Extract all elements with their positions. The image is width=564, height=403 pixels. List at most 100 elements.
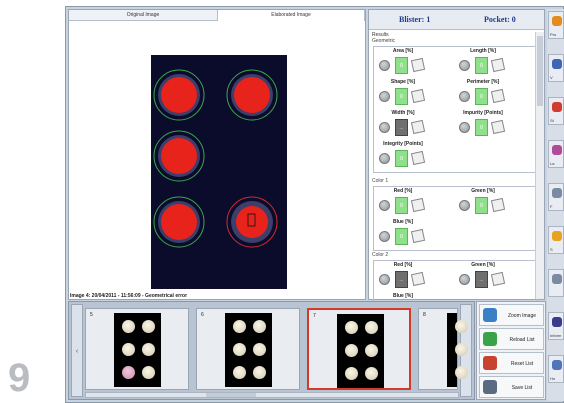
tablet-pill bbox=[122, 366, 135, 379]
param-label: Green [%] bbox=[471, 188, 495, 194]
refresh-icon bbox=[552, 188, 562, 198]
toolbar-button-label: Ho bbox=[550, 376, 556, 381]
param-details-icon[interactable] bbox=[490, 119, 506, 135]
tab-elaborated-image[interactable]: Elaborated Image bbox=[217, 10, 365, 21]
tablet-pill bbox=[345, 367, 358, 380]
param-details-icon[interactable] bbox=[490, 88, 506, 104]
tab-original-image[interactable]: Original Image bbox=[69, 10, 217, 21]
pencil-icon bbox=[552, 16, 562, 26]
results-panel: Blister: 1 Pocket: 0 Results Geometric Ar… bbox=[368, 9, 545, 319]
param-details-icon[interactable] bbox=[410, 228, 426, 244]
param-toggle-button[interactable] bbox=[379, 274, 390, 285]
param-details-icon[interactable] bbox=[410, 271, 426, 287]
param-details-icon[interactable] bbox=[490, 197, 506, 213]
save-icon bbox=[483, 380, 497, 394]
tablet-pill bbox=[365, 321, 378, 334]
param-details-icon[interactable] bbox=[410, 57, 426, 73]
param-toggle-button[interactable] bbox=[379, 60, 390, 71]
param-label: Red [%] bbox=[393, 188, 413, 194]
param-value-indicator: ... bbox=[395, 119, 408, 136]
param-label: Integrity [Points] bbox=[383, 141, 423, 147]
tablet-pill bbox=[122, 343, 135, 356]
tablet-pill bbox=[233, 366, 246, 379]
strip-scrollbar[interactable] bbox=[85, 392, 459, 398]
param-toggle-button[interactable] bbox=[379, 91, 390, 102]
thumbnail-number: 8 bbox=[423, 312, 426, 318]
action-label: Zoom Image bbox=[507, 313, 537, 319]
param-toggle-button[interactable] bbox=[459, 91, 470, 102]
toolbar-button-label: V bbox=[550, 75, 553, 80]
param-toggle-button[interactable] bbox=[379, 231, 390, 242]
tablet-pill bbox=[253, 343, 266, 356]
param-label: Length [%] bbox=[470, 48, 496, 54]
toolbar-button-st[interactable]: St bbox=[548, 97, 564, 125]
param-label: Shape [%] bbox=[390, 79, 416, 85]
tablet-pill bbox=[253, 366, 266, 379]
toolbar-button-pro[interactable]: Pro bbox=[548, 11, 564, 39]
brush-icon bbox=[552, 145, 562, 155]
thumbnail-number: 5 bbox=[90, 312, 93, 318]
reset-list-button[interactable]: Reset List bbox=[479, 352, 544, 374]
action-label: Reset List bbox=[510, 361, 534, 367]
param-details-icon[interactable] bbox=[490, 57, 506, 73]
param-toggle-button[interactable] bbox=[379, 153, 390, 164]
toolbar-button-item6[interactable] bbox=[548, 269, 564, 297]
tablet-pill bbox=[365, 344, 378, 357]
tablet-pill bbox=[142, 343, 155, 356]
param-value-indicator: 0 bbox=[475, 119, 488, 136]
param-details-icon[interactable] bbox=[490, 271, 506, 287]
reload-list-button[interactable]: Reload List bbox=[479, 328, 544, 350]
thumbnail-6[interactable]: 6 bbox=[196, 308, 300, 390]
home-icon bbox=[552, 360, 562, 370]
tablet-pill bbox=[365, 367, 378, 380]
param-toggle-button[interactable] bbox=[459, 60, 470, 71]
thumbnail-image bbox=[225, 313, 272, 387]
param-details-icon[interactable] bbox=[410, 88, 426, 104]
blister-image-viewer[interactable] bbox=[151, 55, 287, 289]
toolbar-button-label: St bbox=[550, 118, 554, 123]
pocket-2-1 bbox=[153, 130, 205, 182]
tablet-pill bbox=[345, 344, 358, 357]
save-list-button[interactable]: Save List bbox=[479, 376, 544, 398]
results-header: Blister: 1 Pocket: 0 bbox=[369, 10, 544, 30]
param-details-icon[interactable] bbox=[410, 197, 426, 213]
thumbnail-number: 6 bbox=[201, 312, 204, 318]
param-value-indicator: 0 bbox=[395, 197, 408, 214]
results-scrollbar[interactable] bbox=[535, 32, 544, 299]
thumbnail-8[interactable]: 8 bbox=[418, 308, 468, 390]
param-toggle-button[interactable] bbox=[379, 200, 390, 211]
pocket-1-1 bbox=[153, 69, 205, 121]
param-toggle-button[interactable] bbox=[379, 122, 390, 133]
chart-icon bbox=[552, 59, 562, 69]
param-toggle-button[interactable] bbox=[459, 274, 470, 285]
link-icon bbox=[552, 274, 562, 284]
thumbnail-image bbox=[114, 313, 161, 387]
pocket-1-2 bbox=[226, 69, 278, 121]
results-scroll-thumb[interactable] bbox=[537, 36, 543, 106]
param-label: Blue [%] bbox=[393, 219, 413, 225]
param-details-icon[interactable] bbox=[410, 119, 426, 135]
strip-prev-button[interactable]: ‹ bbox=[71, 304, 83, 397]
param-label: Perimeter [%] bbox=[466, 79, 500, 85]
param-toggle-button[interactable] bbox=[459, 200, 470, 211]
param-label: Green [%] bbox=[471, 262, 495, 268]
toolbar-button-v[interactable]: V bbox=[548, 54, 564, 82]
param-value-indicator: 0 bbox=[475, 88, 488, 105]
thumbnail-5[interactable]: 5 bbox=[85, 308, 189, 390]
param-details-icon[interactable] bbox=[410, 150, 426, 166]
strip-scroll-thumb[interactable] bbox=[206, 393, 256, 397]
zoom-icon bbox=[483, 308, 497, 322]
toolbar-button-inform[interactable]: Inform bbox=[548, 312, 564, 340]
zoom-image-button[interactable]: Zoom Image bbox=[479, 304, 544, 326]
toolbar-button-f[interactable]: F bbox=[548, 183, 564, 211]
param-label: Impurity [Points] bbox=[463, 110, 503, 116]
toolbar-button-la[interactable]: La bbox=[548, 140, 564, 168]
toolbar-button-ho[interactable]: Ho bbox=[548, 355, 564, 383]
param-value-indicator: 0 bbox=[395, 228, 408, 245]
thumbnail-image bbox=[337, 314, 384, 388]
toolbar-button-label: Pro bbox=[550, 32, 557, 37]
thumbnail-7[interactable]: 7 bbox=[307, 308, 411, 390]
param-toggle-button[interactable] bbox=[459, 122, 470, 133]
toolbar-button-s[interactable]: S bbox=[548, 226, 564, 254]
tablet-pill bbox=[122, 320, 135, 333]
